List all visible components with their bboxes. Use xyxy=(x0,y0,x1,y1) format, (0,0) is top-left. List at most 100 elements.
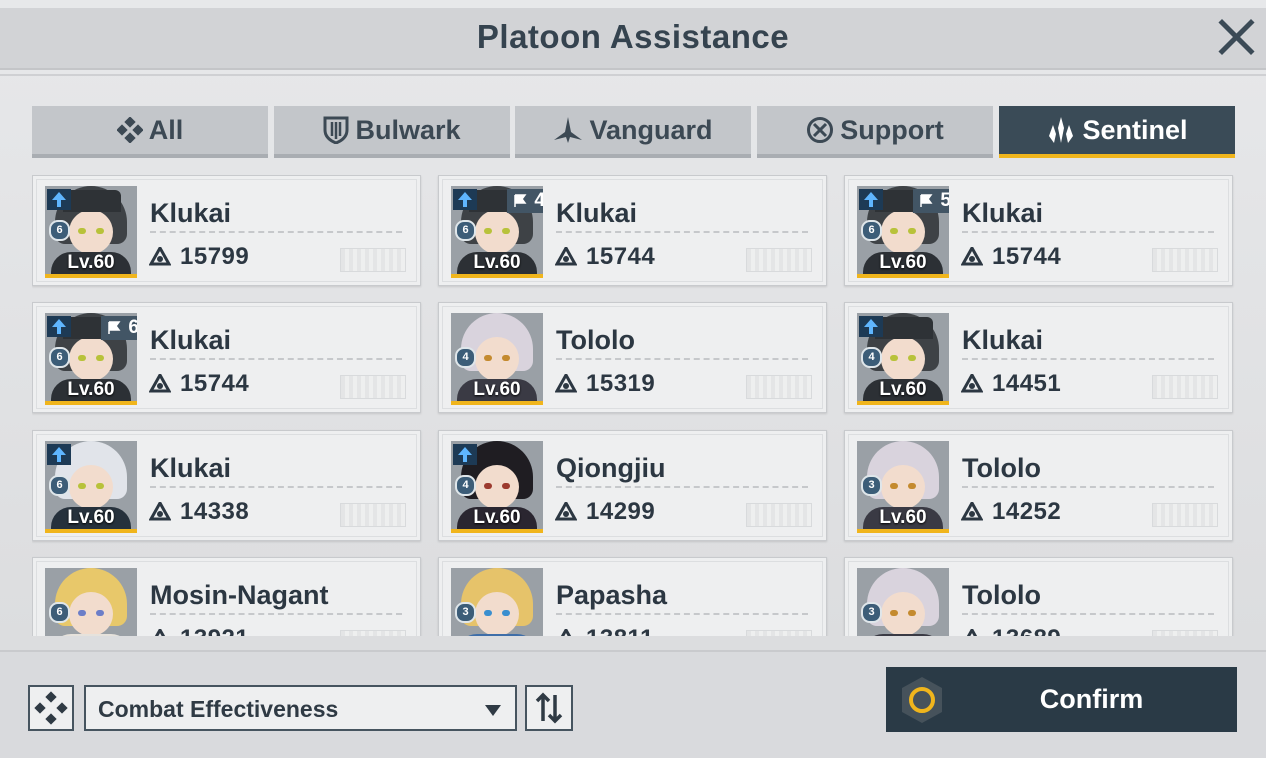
card-stamp xyxy=(746,248,812,272)
doll-card[interactable]: Lv.60 6 Klukai 15799 xyxy=(32,175,421,286)
doll-portrait: Lv.60 6 xyxy=(45,441,137,533)
tab-sentinel[interactable]: Sentinel xyxy=(999,106,1235,158)
doll-name: Klukai xyxy=(150,198,232,228)
rank-badge: 6 xyxy=(49,347,70,368)
filter-button[interactable] xyxy=(28,685,74,731)
sort-order-button[interactable] xyxy=(525,685,573,731)
level-bar xyxy=(451,529,543,533)
rank-badge: 3 xyxy=(861,602,882,623)
divider xyxy=(556,486,808,488)
support-icon xyxy=(807,117,834,143)
doll-name: Klukai xyxy=(962,198,1044,228)
flag-count: 5 xyxy=(940,190,949,211)
doll-portrait: Lv.60 4 xyxy=(451,441,543,533)
page-title: Platoon Assistance xyxy=(476,18,790,55)
card-stamp xyxy=(1152,630,1218,636)
combat-power-value: 13921 xyxy=(180,625,249,636)
level-label: Lv.60 xyxy=(67,379,115,400)
level-label: Lv.60 xyxy=(879,507,927,528)
divider xyxy=(962,358,1214,360)
level-label: Lv.60 xyxy=(473,252,521,273)
level-bar xyxy=(45,529,137,533)
combat-power-value: 15799 xyxy=(180,243,250,270)
tab-label: Bulwark xyxy=(355,114,461,145)
combat-power-icon xyxy=(961,502,983,521)
divider xyxy=(556,231,808,233)
doll-portrait: Lv.60 6 5 xyxy=(857,186,949,278)
divider xyxy=(962,486,1214,488)
doll-name: Tololo xyxy=(962,453,1041,483)
flag-icon xyxy=(514,194,527,207)
combat-power-value: 13811 xyxy=(586,625,654,636)
doll-card[interactable]: Lv.60 3 Tololo 14252 xyxy=(844,430,1233,541)
level-label: Lv.60 xyxy=(879,379,927,400)
combat-power-icon xyxy=(961,247,983,266)
doll-card[interactable]: Lv.60 6 4 Klukai 15744 xyxy=(438,175,827,286)
level-label: Lv.60 xyxy=(879,252,927,273)
class-tabs: All Bulwark Vanguard Support Sentinel xyxy=(32,106,1236,158)
rank-badge: 6 xyxy=(49,220,70,241)
combat-power-icon xyxy=(555,374,577,393)
upgrade-icon xyxy=(47,316,71,337)
doll-card[interactable]: 3 Tololo 13689 xyxy=(844,557,1233,636)
doll-portrait: Lv.60 6 xyxy=(45,186,137,278)
tab-label: Sentinel xyxy=(1082,114,1188,145)
doll-card[interactable]: Lv.60 4 Tololo 15319 xyxy=(438,302,827,413)
doll-card[interactable]: Lv.60 6 Klukai 14338 xyxy=(32,430,421,541)
doll-card[interactable]: Lv.60 6 6 Klukai 15744 xyxy=(32,302,421,413)
doll-name: Papasha xyxy=(556,580,668,610)
upgrade-icon xyxy=(859,316,883,337)
combat-power-icon xyxy=(555,247,577,266)
card-stamp xyxy=(1152,248,1218,272)
level-bar xyxy=(45,274,137,278)
flag-badge: 6 xyxy=(101,316,137,340)
rank-badge: 4 xyxy=(455,475,476,496)
doll-name: Klukai xyxy=(150,325,232,355)
doll-card[interactable]: Lv.60 4 Qiongjiu 14299 xyxy=(438,430,827,541)
sort-dropdown[interactable]: Combat Effectiveness xyxy=(84,685,517,731)
upgrade-icon xyxy=(453,444,477,465)
level-label: Lv.60 xyxy=(67,252,115,273)
doll-name: Klukai xyxy=(150,453,232,483)
confirm-button[interactable]: Confirm xyxy=(886,667,1237,732)
tab-all[interactable]: All xyxy=(32,106,268,158)
rank-badge: 4 xyxy=(455,347,476,368)
upgrade-icon xyxy=(47,444,71,465)
doll-portrait: Lv.60 6 6 xyxy=(45,313,137,405)
card-stamp xyxy=(340,375,406,399)
card-stamp xyxy=(340,630,406,636)
close-button[interactable] xyxy=(1212,14,1260,60)
doll-portrait: 6 xyxy=(45,568,137,636)
rank-badge: 6 xyxy=(455,220,476,241)
card-stamp xyxy=(1152,503,1218,527)
doll-card[interactable]: 3 Papasha 13811 xyxy=(438,557,827,636)
doll-name: Klukai xyxy=(962,325,1044,355)
doll-card[interactable]: Lv.60 4 Klukai 14451 xyxy=(844,302,1233,413)
rank-badge: 3 xyxy=(455,602,476,623)
all-icon xyxy=(116,117,143,143)
combat-power-value: 14252 xyxy=(992,498,1062,525)
card-stamp xyxy=(1152,375,1218,399)
bulwark-icon xyxy=(323,116,349,144)
divider xyxy=(962,231,1214,233)
doll-name: Tololo xyxy=(962,580,1041,610)
divider xyxy=(150,358,402,360)
tab-vanguard[interactable]: Vanguard xyxy=(515,106,751,158)
flag-badge: 5 xyxy=(913,189,949,213)
doll-card[interactable]: Lv.60 6 5 Klukai 15744 xyxy=(844,175,1233,286)
divider xyxy=(150,613,402,615)
tab-bulwark[interactable]: Bulwark xyxy=(274,106,510,158)
combat-power-icon xyxy=(961,374,983,393)
rank-badge: 6 xyxy=(49,602,70,623)
flag-icon xyxy=(920,194,933,207)
upgrade-icon xyxy=(859,189,883,210)
tab-support[interactable]: Support xyxy=(757,106,993,158)
confirm-label: Confirm xyxy=(1039,684,1144,714)
doll-portrait: Lv.60 6 4 xyxy=(451,186,543,278)
combat-power-icon xyxy=(966,629,978,636)
doll-portrait: Lv.60 4 xyxy=(857,313,949,405)
doll-card[interactable]: 6 Mosin-Nagant 13921 xyxy=(32,557,421,636)
combat-power-icon xyxy=(560,629,572,636)
card-stamp xyxy=(746,630,812,636)
combat-power-value: 14299 xyxy=(586,498,656,525)
